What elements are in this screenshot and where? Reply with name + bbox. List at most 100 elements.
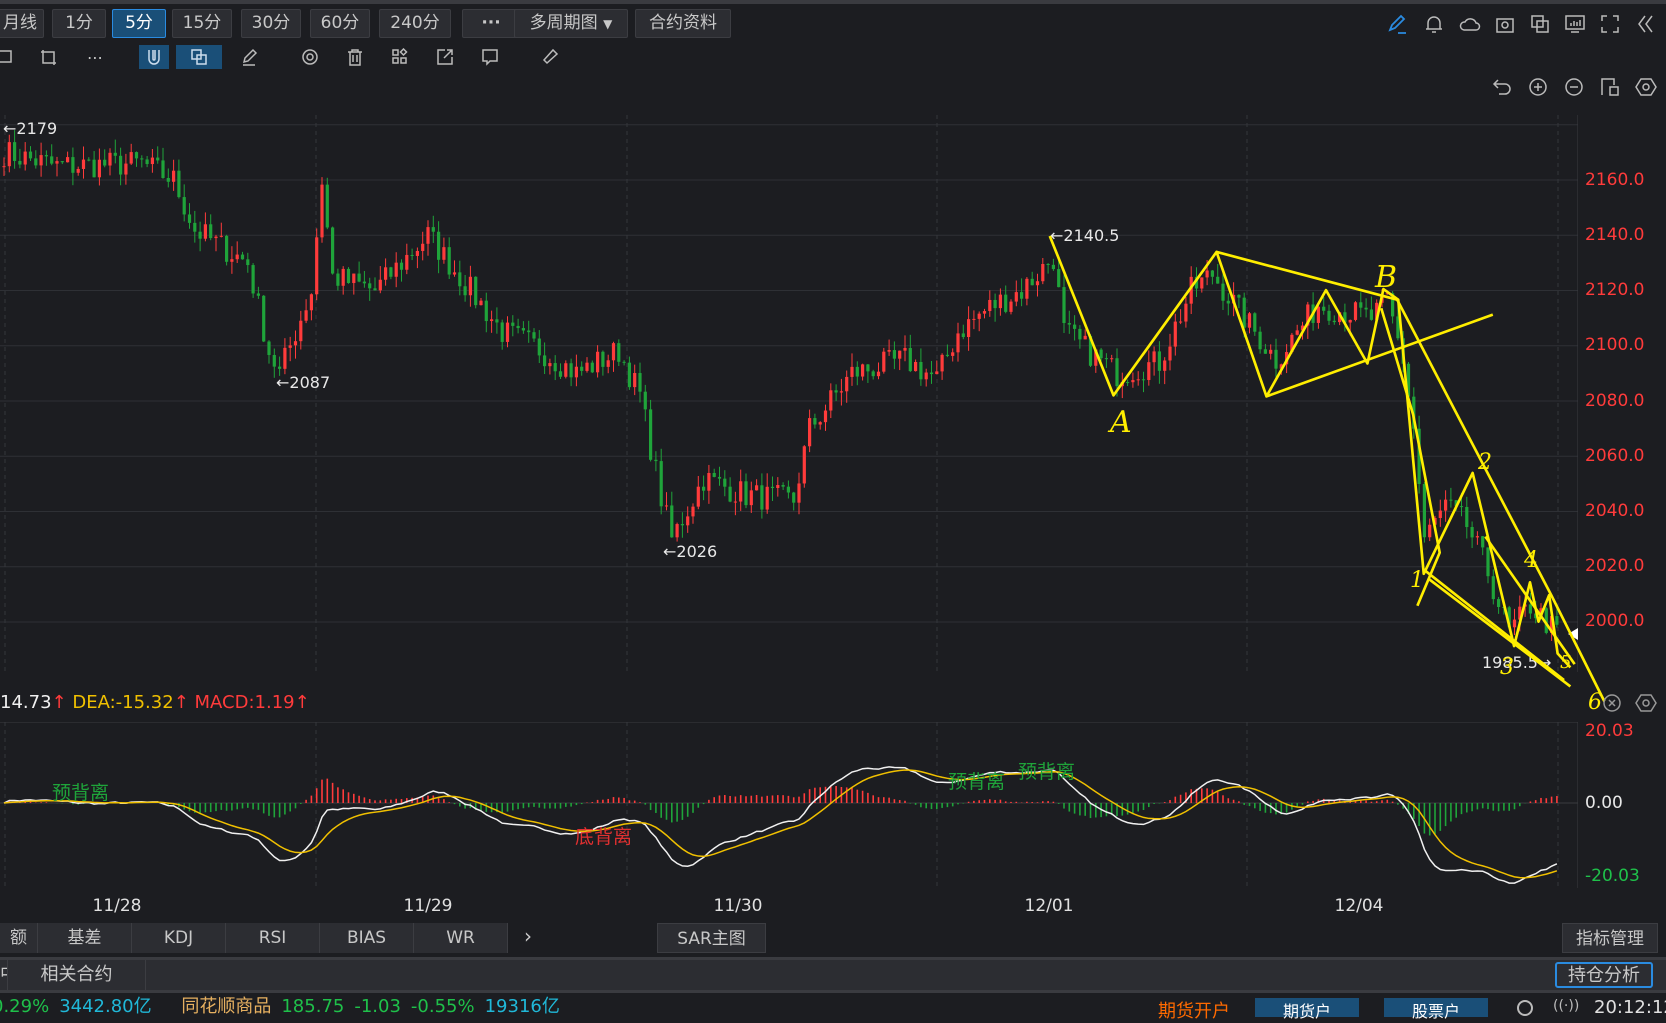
chevron-right-icon[interactable]: ›: [524, 924, 532, 948]
candle-body: [1465, 506, 1469, 528]
divergence-label: 预背离: [948, 771, 1006, 793]
zoom-out-icon[interactable]: [1562, 75, 1586, 99]
zoom-in-icon[interactable]: [1526, 75, 1550, 99]
candle-body: [251, 265, 255, 294]
candle-body: [707, 472, 711, 491]
related-contracts-tab[interactable]: 相关合约: [8, 960, 146, 990]
candle-body: [495, 319, 499, 323]
stock-account-button[interactable]: 股票户: [1384, 998, 1488, 1021]
multi-period-dropdown[interactable]: 多周期图 ▼: [514, 9, 628, 38]
candle-body: [961, 333, 965, 338]
candle-body: [161, 160, 165, 179]
candle-body: [1163, 360, 1167, 371]
more-periods-button[interactable]: ···: [462, 9, 520, 38]
period-tab-5min[interactable]: 5分: [112, 9, 166, 38]
annotation-label: 5: [1560, 652, 1572, 673]
candle-body: [1168, 346, 1172, 361]
candle-body: [813, 418, 817, 425]
bottom-tab[interactable]: 中: [0, 960, 8, 990]
open-futures-link[interactable]: 期货开户: [1158, 997, 1230, 1023]
candle-body: [1136, 379, 1140, 381]
period-tab-60min[interactable]: 60分: [310, 9, 370, 38]
candle-body: [1486, 547, 1490, 577]
indicator-tab[interactable]: WR: [414, 923, 508, 953]
candle-body: [839, 391, 843, 393]
grid-icon[interactable]: [385, 45, 415, 69]
candle-body: [166, 178, 170, 182]
candle-body: [336, 273, 340, 286]
period-tab-240min[interactable]: 240分: [379, 9, 451, 38]
candle-body: [66, 157, 70, 163]
close-indicator-icon[interactable]: [1600, 691, 1624, 715]
indicator-tab[interactable]: 基差: [38, 923, 132, 953]
camera-icon[interactable]: [1493, 12, 1517, 36]
undo-icon[interactable]: [1490, 75, 1514, 99]
crop-icon[interactable]: [34, 45, 64, 69]
period-tab-month[interactable]: 月线: [0, 9, 44, 38]
layout-icon[interactable]: [1598, 75, 1622, 99]
candle-body: [172, 170, 176, 182]
candle-body: [1300, 325, 1305, 331]
candle-body: [1459, 506, 1464, 508]
candle-body: [1232, 294, 1236, 304]
bell-icon[interactable]: [1422, 12, 1446, 36]
indicator-manage-button[interactable]: 指标管理: [1562, 923, 1658, 953]
candle-body: [368, 283, 372, 289]
candle-body: [442, 247, 446, 260]
fullscreen-icon[interactable]: [1598, 12, 1622, 36]
candle-body: [267, 341, 271, 355]
trash-icon[interactable]: [340, 45, 370, 69]
candle-body: [76, 168, 80, 173]
candle-body: [1497, 599, 1501, 608]
candle-body: [855, 366, 859, 377]
candle-body: [2, 166, 6, 168]
indicator-tab[interactable]: RSI: [226, 923, 320, 953]
candle-body: [823, 410, 828, 423]
overlay-icon[interactable]: [176, 45, 222, 69]
candle-body: [940, 354, 944, 372]
collapse-icon[interactable]: [1634, 12, 1658, 36]
comment-icon[interactable]: [475, 45, 505, 69]
cloud-icon[interactable]: [1458, 12, 1482, 36]
macd-chart[interactable]: [0, 722, 1578, 888]
period-tab-15min[interactable]: 15分: [172, 9, 232, 38]
period-tab-1min[interactable]: 1分: [52, 9, 106, 38]
candle-body: [134, 152, 139, 159]
candle-body: [1189, 276, 1193, 304]
indicator-settings-icon[interactable]: [1634, 691, 1658, 715]
pen-icon[interactable]: [1386, 12, 1410, 36]
contract-info-button[interactable]: 合约资料: [635, 9, 731, 38]
more-tools-icon[interactable]: ⋯: [80, 45, 110, 69]
candle-body: [553, 363, 557, 372]
rectangle-icon[interactable]: [0, 45, 20, 69]
candle-body: [262, 295, 266, 342]
position-analysis-button[interactable]: 持仓分析: [1555, 962, 1653, 988]
candle-body: [739, 481, 743, 502]
indicator-tab[interactable]: 额: [0, 923, 38, 953]
sar-main-chart-tab[interactable]: SAR主图: [657, 923, 766, 953]
candle-body: [458, 272, 462, 287]
index-name[interactable]: 同花顺商品: [181, 996, 271, 1017]
price-chart[interactable]: [0, 115, 1578, 672]
candle-body: [723, 478, 727, 487]
candle-body: [103, 159, 107, 166]
ruler-icon[interactable]: [535, 45, 565, 69]
candle-body: [426, 227, 430, 244]
monitor-chart-icon[interactable]: [1563, 12, 1587, 36]
index-change-pct: -0.55%: [410, 996, 475, 1017]
indicator-tab[interactable]: KDJ: [132, 923, 226, 953]
settings-icon[interactable]: [1634, 75, 1658, 99]
candle-body: [198, 231, 202, 239]
candle-body: [845, 376, 849, 392]
windows-icon[interactable]: [1528, 12, 1552, 36]
candle-body: [569, 363, 573, 378]
period-tab-30min[interactable]: 30分: [241, 9, 301, 38]
pencil-icon[interactable]: [234, 45, 264, 69]
indicator-tab[interactable]: BIAS: [320, 923, 414, 953]
search-icon[interactable]: [1517, 1000, 1533, 1016]
export-icon[interactable]: [430, 45, 460, 69]
candle-body: [829, 390, 833, 411]
futures-account-button[interactable]: 期货户: [1255, 998, 1359, 1021]
magnet-icon[interactable]: [139, 45, 169, 69]
eye-icon[interactable]: [295, 45, 325, 69]
